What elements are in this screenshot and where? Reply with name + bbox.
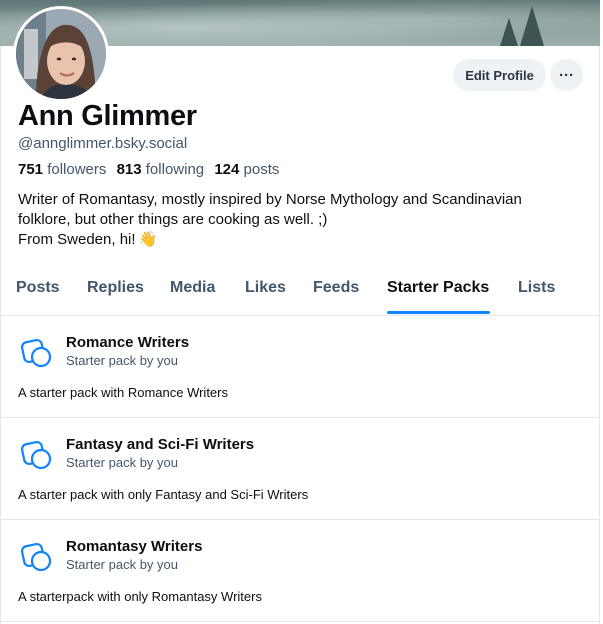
tab-likes[interactable]: Likes xyxy=(245,279,286,297)
profile-bio: Writer of Romantasy, mostly inspired by … xyxy=(18,190,588,250)
waving-hand-emoji: 👋 xyxy=(138,231,158,248)
posts-count: 124 xyxy=(214,161,240,178)
starter-pack-title: Romantasy Writers xyxy=(66,538,203,555)
edit-profile-button[interactable]: Edit Profile xyxy=(453,59,546,91)
more-options-button[interactable]: ··· xyxy=(550,59,583,91)
starter-pack-item[interactable]: Romance Writers Starter pack by you A st… xyxy=(0,316,600,418)
starter-pack-icon xyxy=(20,542,52,572)
starter-pack-description: A starter pack with Romance Writers xyxy=(18,385,228,400)
followers-link[interactable]: 751 followers xyxy=(18,161,106,178)
profile-name: Ann Glimmer xyxy=(18,100,197,132)
following-label: following xyxy=(145,161,205,178)
starter-pack-description: A starterpack with only Romantasy Writer… xyxy=(18,589,262,604)
starter-pack-subtitle: Starter pack by you xyxy=(66,557,178,572)
tab-media[interactable]: Media xyxy=(170,279,215,297)
avatar-photo xyxy=(16,9,106,99)
followers-count: 751 xyxy=(18,161,44,178)
bio-line: Writer of Romantasy, mostly inspired by … xyxy=(18,191,522,208)
banner-tree xyxy=(520,6,544,46)
bio-line: From Sweden, hi! 👋 xyxy=(18,231,158,248)
starter-pack-icon xyxy=(20,338,52,368)
ellipsis-icon: ··· xyxy=(559,66,574,84)
profile-handle: @annglimmer.bsky.social xyxy=(18,135,188,152)
starter-pack-title: Fantasy and Sci-Fi Writers xyxy=(66,436,255,453)
starter-pack-item[interactable]: Fantasy and Sci-Fi Writers Starter pack … xyxy=(0,418,600,520)
starter-pack-subtitle: Starter pack by you xyxy=(66,455,178,470)
profile-tabs: Posts Replies Media Likes Feeds Starter … xyxy=(0,269,600,316)
posts-label: posts xyxy=(243,161,280,178)
avatar[interactable] xyxy=(13,6,109,102)
starter-pack-subtitle: Starter pack by you xyxy=(66,353,178,368)
profile-stats: 751 followers 813 following 124 posts xyxy=(18,161,279,178)
tab-replies[interactable]: Replies xyxy=(87,279,144,297)
posts-stat: 124 posts xyxy=(214,161,279,178)
starter-pack-title: Romance Writers xyxy=(66,334,190,351)
tab-lists[interactable]: Lists xyxy=(518,279,555,297)
tab-feeds[interactable]: Feeds xyxy=(313,279,359,297)
following-count: 813 xyxy=(116,161,142,178)
bio-line: folklore, but other things are cooking a… xyxy=(18,211,328,228)
active-tab-indicator xyxy=(387,311,490,314)
following-link[interactable]: 813 following xyxy=(117,161,205,178)
starter-pack-description: A starter pack with only Fantasy and Sci… xyxy=(18,487,309,502)
banner-tree xyxy=(500,18,518,46)
tab-posts[interactable]: Posts xyxy=(16,279,60,297)
followers-label: followers xyxy=(47,161,107,178)
starter-pack-item[interactable]: Romantasy Writers Starter pack by you A … xyxy=(0,520,600,622)
tab-starter-packs[interactable]: Starter Packs xyxy=(387,279,489,297)
starter-pack-icon xyxy=(20,440,52,470)
